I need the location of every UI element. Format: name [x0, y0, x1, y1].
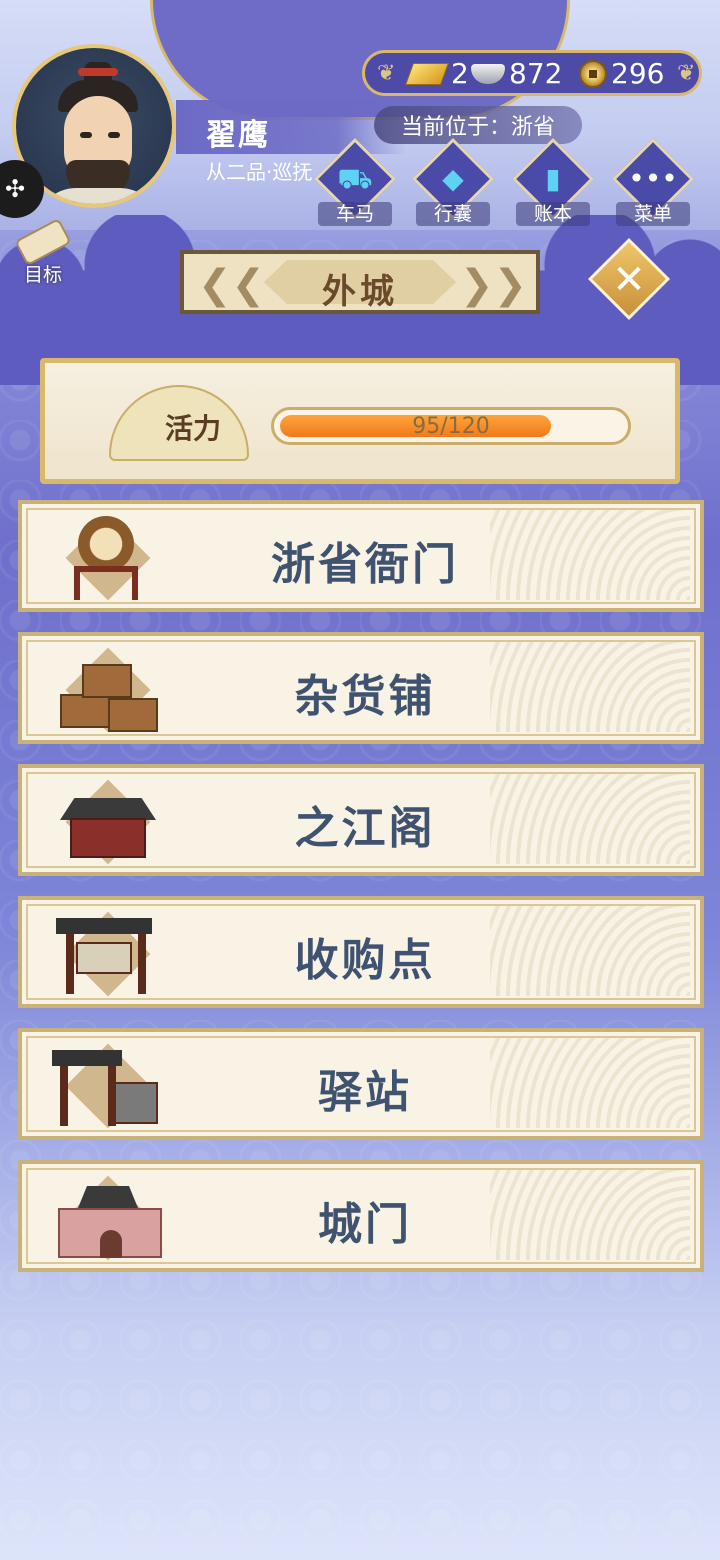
eye	[80, 132, 92, 138]
silver-value: 872	[509, 57, 563, 90]
area-title: 外城	[322, 272, 398, 312]
copper-coin-icon	[579, 59, 607, 88]
close-icon[interactable]: ✕	[600, 252, 658, 310]
stamina-label: 活力	[165, 412, 222, 445]
bamboo-icon: ❦	[677, 61, 696, 86]
location-city-gate[interactable]: 城门	[18, 1160, 704, 1272]
ledger-button[interactable]: ▮ 账本	[510, 137, 596, 228]
silver-counter: 872	[471, 57, 562, 90]
gold-counter: 2	[404, 57, 469, 90]
location-purchase-point[interactable]: 收购点	[18, 896, 704, 1008]
location-label: 驿站	[318, 1067, 412, 1118]
stamina-bar: 95/120	[271, 407, 631, 445]
bag-button[interactable]: ◆ 行囊	[410, 137, 496, 228]
silver-ingot-icon	[471, 63, 505, 84]
eye	[108, 132, 120, 138]
gold-value: 2	[451, 57, 469, 90]
scroll-icon	[14, 217, 72, 267]
stamina-value: 95/120	[412, 414, 490, 439]
bag-label: 行囊	[416, 202, 490, 226]
location-label: 杂货铺	[294, 671, 436, 722]
player-name: 翟鹰	[206, 118, 270, 153]
ledger-label: 账本	[516, 202, 590, 226]
location-label: 收购点	[294, 935, 436, 986]
location-label: 城门	[318, 1199, 412, 1250]
location-yamen[interactable]: 浙省衙门	[18, 500, 704, 612]
goal-label: 目标	[23, 264, 62, 286]
bamboo-icon: ❦	[377, 61, 396, 86]
location-label: 之江阁	[294, 803, 436, 854]
menu-dots-icon: •••	[628, 162, 678, 195]
carriage-button[interactable]: ⛟ 车马	[312, 137, 398, 228]
hat-pin	[78, 68, 118, 76]
carriage-label: 车马	[318, 202, 392, 226]
copper-counter: 296	[579, 57, 664, 90]
bag-icon: ◆	[442, 162, 464, 195]
carriage-icon: ⛟	[337, 162, 373, 195]
menu-button[interactable]: ••• 菜单	[610, 137, 696, 228]
location-post-station[interactable]: 驿站	[18, 1028, 704, 1140]
area-banner: ❮❮ ❯❯ 外城	[180, 250, 540, 314]
ledger-icon: ▮	[545, 162, 561, 195]
location-label: 浙省衙门	[271, 539, 459, 590]
currency-bar: ❦ 2 872 296 ❦	[362, 50, 702, 96]
player-rank: 从二品·巡抚	[206, 160, 313, 184]
location-zhijiang-pavilion[interactable]: 之江阁	[18, 764, 704, 876]
location-list: 浙省衙门 杂货铺 之江阁 收购点 驿站 城门	[18, 500, 704, 1292]
location-general-store[interactable]: 杂货铺	[18, 632, 704, 744]
menu-label: 菜单	[616, 202, 690, 226]
copper-value: 296	[611, 57, 665, 90]
gold-ingot-icon	[404, 62, 450, 85]
goal-button[interactable]: 目标	[10, 217, 76, 286]
stamina-panel: 活力 95/120	[40, 358, 680, 484]
